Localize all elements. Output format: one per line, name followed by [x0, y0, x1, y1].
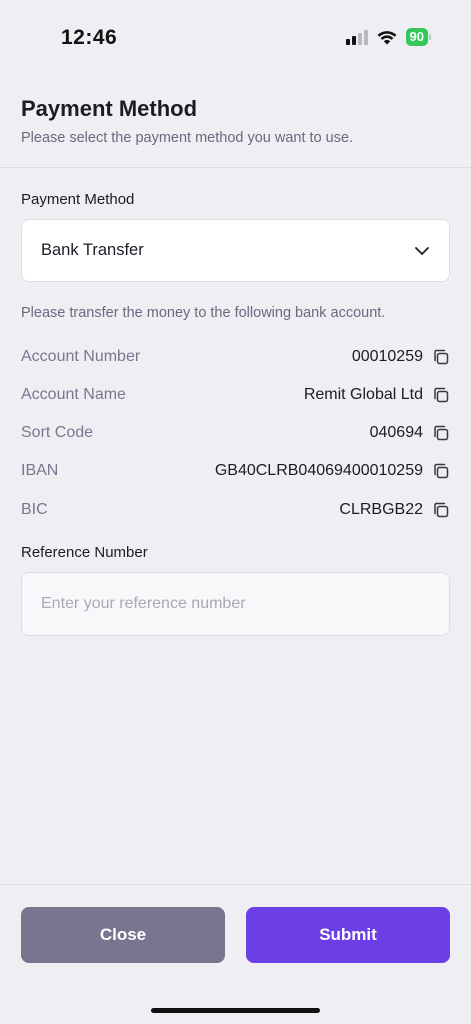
status-time: 12:46	[61, 26, 118, 49]
reference-number-label: Reference Number	[21, 544, 148, 561]
close-button[interactable]: Close	[21, 907, 225, 963]
detail-row-iban: IBAN GB40CLRB04069400010259	[21, 459, 450, 483]
payment-method-value: Bank Transfer	[41, 241, 144, 259]
copy-icon[interactable]	[432, 424, 450, 442]
detail-label: IBAN	[21, 462, 59, 479]
battery-level: 90	[405, 28, 428, 46]
detail-label: Account Name	[21, 386, 126, 403]
detail-label: BIC	[21, 501, 48, 518]
home-indicator	[151, 1008, 320, 1013]
detail-row-bic: BIC CLRBGB22	[21, 498, 450, 522]
detail-row-sort-code: Sort Code 040694	[21, 421, 450, 445]
status-bar: 12:46 90	[0, 0, 471, 66]
copy-icon[interactable]	[432, 501, 450, 519]
detail-label: Sort Code	[21, 424, 94, 441]
transfer-instruction: Please transfer the money to the followi…	[21, 305, 386, 321]
detail-row-account-number: Account Number 00010259	[21, 345, 450, 369]
copy-icon[interactable]	[432, 386, 450, 404]
header-divider	[0, 167, 471, 168]
copy-icon[interactable]	[432, 462, 450, 480]
footer-divider	[0, 884, 471, 885]
detail-row-account-name: Account Name Remit Global Ltd	[21, 383, 450, 407]
copy-icon[interactable]	[432, 348, 450, 366]
status-icons: 90	[345, 28, 431, 46]
wifi-icon	[377, 30, 396, 44]
payment-method-label: Payment Method	[21, 191, 135, 208]
detail-value: 040694	[369, 424, 423, 441]
battery-icon: 90	[405, 28, 431, 46]
detail-value: GB40CLRB04069400010259	[214, 462, 423, 479]
submit-button[interactable]: Submit	[246, 907, 450, 963]
payment-method-select[interactable]: Bank Transfer	[21, 219, 450, 282]
detail-value: Remit Global Ltd	[303, 386, 423, 403]
detail-label: Account Number	[21, 348, 141, 365]
page-header: Payment Method Please select the payment…	[21, 96, 450, 146]
page-subtitle: Please select the payment method you wan…	[21, 130, 354, 146]
chevron-down-icon	[415, 246, 429, 255]
detail-value: CLRBGB22	[339, 501, 423, 518]
reference-number-input[interactable]	[21, 572, 450, 636]
page-title: Payment Method	[21, 96, 198, 121]
cellular-signal-icon	[345, 29, 368, 45]
detail-value: 00010259	[351, 348, 423, 365]
